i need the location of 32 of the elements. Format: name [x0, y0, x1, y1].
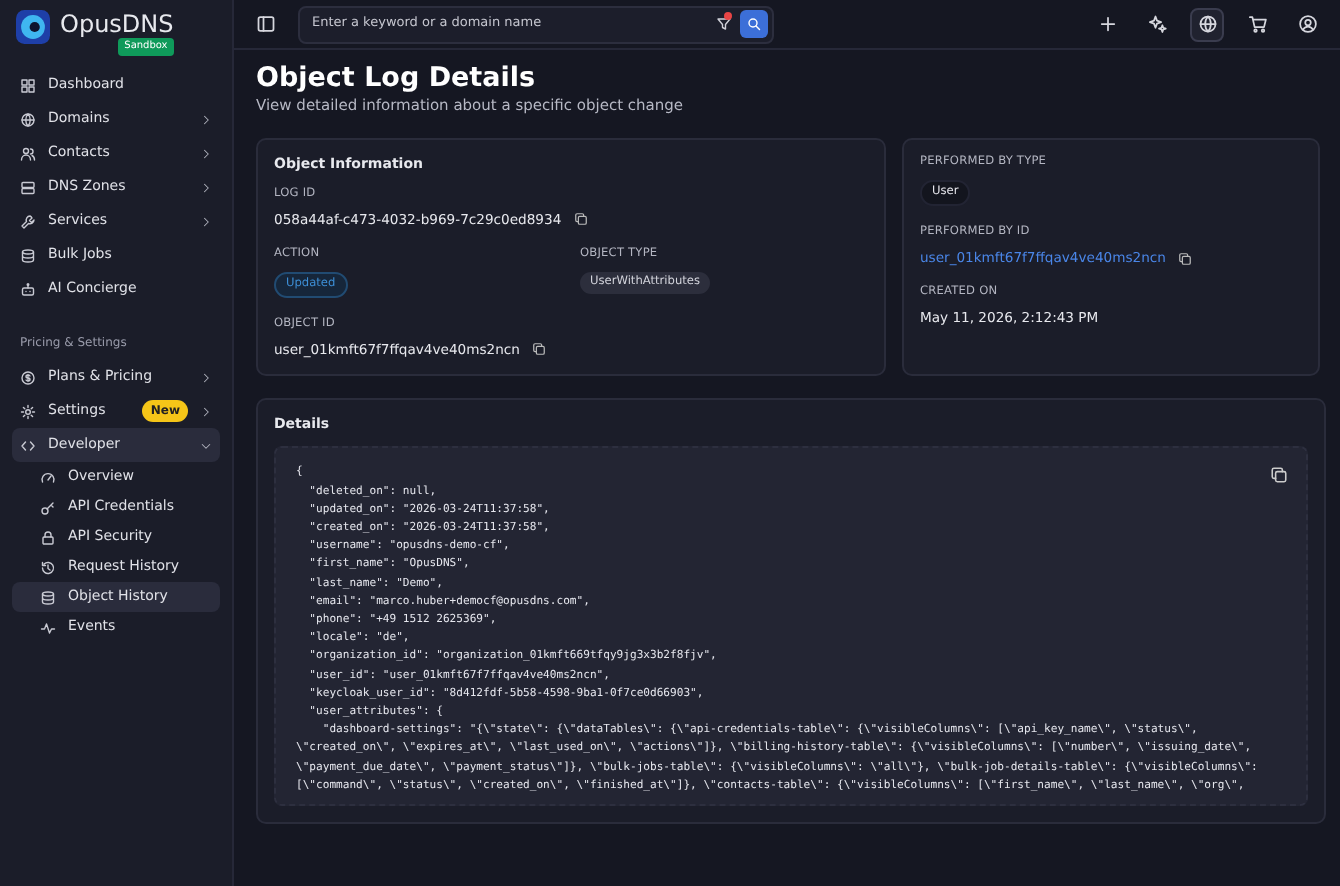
copy-icon[interactable]	[1177, 251, 1192, 266]
code-icon	[20, 437, 36, 453]
robot-icon	[20, 281, 36, 297]
database-icon	[40, 589, 56, 605]
copy-icon[interactable]	[531, 342, 546, 357]
gear-icon	[20, 403, 36, 419]
wrench-icon	[20, 213, 36, 229]
gauge-icon	[40, 469, 56, 485]
search-icon[interactable]	[746, 16, 762, 32]
globe-icon	[20, 111, 36, 127]
plus-icon[interactable]	[1097, 14, 1117, 34]
brand-name: OpusDNS	[60, 10, 174, 39]
grid-icon	[20, 77, 36, 93]
copy-icon[interactable]	[573, 212, 588, 227]
lock-icon	[40, 529, 56, 545]
history-icon	[40, 559, 56, 575]
globe-icon[interactable]	[1197, 14, 1217, 34]
user-icon[interactable]	[1297, 14, 1317, 34]
key-icon	[40, 499, 56, 515]
pulse-icon	[40, 619, 56, 635]
cart-icon[interactable]	[1247, 14, 1267, 34]
logo-icon	[16, 10, 50, 44]
globe-button[interactable]	[1190, 7, 1224, 41]
coin-icon	[20, 369, 36, 385]
sidebar-panel-icon[interactable]	[255, 14, 275, 34]
database-icon	[20, 247, 36, 263]
server-icon	[20, 179, 36, 195]
page-title: Object Log Details	[256, 62, 538, 95]
search-button[interactable]	[740, 10, 768, 38]
sparkle-icon[interactable]	[1147, 14, 1167, 34]
filter-icon[interactable]	[716, 16, 732, 32]
people-icon	[20, 145, 36, 161]
